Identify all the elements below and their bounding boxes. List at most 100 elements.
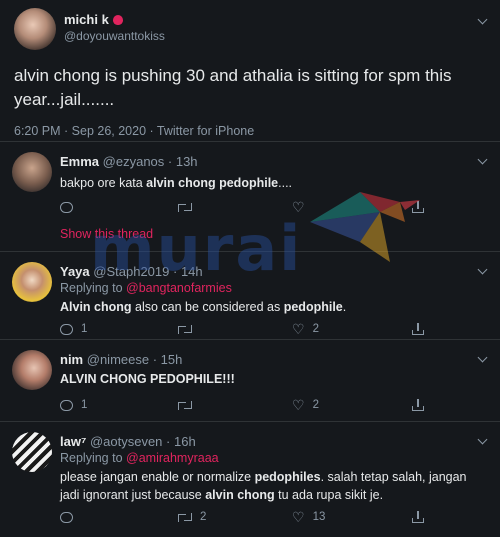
retweet-button[interactable] bbox=[178, 198, 192, 216]
reply-time[interactable]: · 15h bbox=[153, 352, 183, 367]
retweet-icon bbox=[178, 202, 192, 212]
comment-icon bbox=[60, 511, 73, 523]
like-button[interactable]: ♡ 13 bbox=[292, 508, 325, 526]
reply-text-tail: !!! bbox=[222, 372, 235, 386]
show-thread-link[interactable]: Show this thread bbox=[60, 227, 153, 241]
reply-text-bold: alvin chong pedophile bbox=[146, 176, 279, 190]
reply-tweet[interactable]: Emma @ezyanos · 13h bakpo ore kata alvin… bbox=[0, 142, 500, 252]
reply-text-bold: pedophile bbox=[283, 300, 343, 314]
reply-text-tail: .... bbox=[278, 176, 293, 190]
retweet-button[interactable] bbox=[178, 320, 192, 338]
reply-text: please jangan enable or normalize pedoph… bbox=[60, 468, 480, 504]
reply-actions: 2 ♡ 13 bbox=[60, 508, 440, 526]
reply-header: nim @nimeese · 15h bbox=[60, 352, 182, 367]
comment-icon bbox=[60, 201, 73, 213]
share-button[interactable] bbox=[412, 198, 424, 216]
retweet-icon bbox=[178, 400, 192, 410]
like-count: 2 bbox=[312, 399, 319, 411]
avatar[interactable] bbox=[12, 350, 52, 390]
retweet-icon bbox=[178, 512, 192, 522]
reply-author-name[interactable]: nim bbox=[60, 352, 83, 367]
main-tweet: michi k @doyouwanttokiss alvin chong is … bbox=[0, 0, 500, 142]
chevron-down-icon[interactable] bbox=[477, 264, 488, 275]
reply-author-name[interactable]: Emma bbox=[60, 154, 99, 169]
retweet-icon bbox=[178, 324, 192, 334]
reply-text-tail: . bbox=[342, 300, 347, 314]
reply-button[interactable] bbox=[60, 198, 73, 216]
reply-actions: ♡ bbox=[60, 198, 440, 216]
reply-author-name[interactable]: Yaya bbox=[60, 264, 90, 279]
avatar[interactable] bbox=[12, 432, 52, 472]
reply-author-handle[interactable]: @nimeese bbox=[87, 352, 149, 367]
reply-actions: 1 ♡ 2 bbox=[60, 396, 440, 414]
reply-text-plain: tu ada rupa sikit je. bbox=[274, 488, 384, 502]
reply-text-plain: bakpo ore kata bbox=[60, 176, 147, 190]
share-button[interactable] bbox=[412, 396, 424, 414]
reply-tweet[interactable]: Yaya @Staph2019 · 14h Replying to @bangt… bbox=[0, 252, 500, 340]
retweet-button[interactable] bbox=[178, 396, 192, 414]
like-count: 13 bbox=[312, 511, 326, 523]
chevron-down-icon[interactable] bbox=[477, 14, 488, 25]
reply-header: Emma @ezyanos · 13h bbox=[60, 154, 198, 169]
share-icon bbox=[412, 323, 424, 335]
reply-header: law⁷ @aotyseven · 16h bbox=[60, 434, 196, 449]
reply-text-plain: . salah tetap salah, jangan bbox=[320, 470, 467, 484]
replying-to-link[interactable]: @amirahmyraaa bbox=[126, 451, 219, 465]
share-icon bbox=[412, 399, 424, 411]
reply-count: 1 bbox=[81, 399, 88, 411]
replying-to-prefix: Replying to bbox=[60, 281, 127, 295]
replying-to: Replying to @amirahmyraaa bbox=[60, 451, 219, 465]
reply-author-handle[interactable]: @Staph2019 bbox=[93, 264, 169, 279]
reply-author-name[interactable]: law⁷ bbox=[60, 434, 86, 449]
reply-button[interactable]: 1 bbox=[60, 320, 87, 338]
reply-text: ALVIN CHONG PEDOPHILE!!! bbox=[60, 370, 480, 388]
reply-text-bold: Alvin chong bbox=[60, 300, 132, 314]
heart-icon: ♡ bbox=[292, 397, 305, 413]
share-button[interactable] bbox=[412, 508, 424, 526]
reply-text-plain: please jangan enable or normalize bbox=[60, 470, 255, 484]
avatar[interactable] bbox=[12, 262, 52, 302]
heart-icon: ♡ bbox=[292, 509, 305, 525]
reply-text: Alvin chong also can be considered as pe… bbox=[60, 298, 480, 316]
like-button[interactable]: ♡ 2 bbox=[292, 396, 319, 414]
share-icon bbox=[412, 201, 424, 213]
replying-to-link[interactable]: @bangtanofarmies bbox=[126, 281, 232, 295]
author-name[interactable]: michi k bbox=[64, 12, 123, 27]
tweet-text: alvin chong is pushing 30 and athalia is… bbox=[14, 66, 452, 109]
like-count: 2 bbox=[312, 323, 319, 335]
avatar[interactable] bbox=[14, 8, 56, 50]
retweet-button[interactable]: 2 bbox=[178, 508, 206, 526]
apple-emoji-icon bbox=[112, 15, 123, 25]
reply-time[interactable]: · 16h bbox=[166, 434, 196, 449]
reply-button[interactable] bbox=[60, 508, 73, 526]
share-button[interactable] bbox=[412, 320, 424, 338]
reply-time[interactable]: · 14h bbox=[173, 264, 203, 279]
tweet-timestamp[interactable]: 6:20 PM · Sep 26, 2020 · Twitter for iPh… bbox=[14, 124, 254, 138]
author-handle[interactable]: @doyouwanttokiss bbox=[64, 29, 165, 43]
like-button[interactable]: ♡ bbox=[292, 198, 305, 216]
reply-tweet[interactable]: law⁷ @aotyseven · 16h Replying to @amira… bbox=[0, 422, 500, 537]
reply-author-handle[interactable]: @aotyseven bbox=[90, 434, 162, 449]
reply-text-bold: pedophiles bbox=[254, 470, 321, 484]
reply-time[interactable]: · 13h bbox=[168, 154, 198, 169]
chevron-down-icon[interactable] bbox=[477, 154, 488, 165]
reply-text-bold: alvin chong bbox=[205, 488, 275, 502]
heart-icon: ♡ bbox=[292, 321, 305, 337]
replying-to-prefix: Replying to bbox=[60, 451, 127, 465]
comment-icon bbox=[60, 399, 73, 411]
reply-text: bakpo ore kata alvin chong pedophile.... bbox=[60, 174, 480, 192]
reply-count: 1 bbox=[81, 323, 88, 335]
replying-to: Replying to @bangtanofarmies bbox=[60, 281, 232, 295]
reply-author-handle[interactable]: @ezyanos bbox=[103, 154, 165, 169]
chevron-down-icon[interactable] bbox=[477, 352, 488, 363]
chevron-down-icon[interactable] bbox=[477, 434, 488, 445]
like-button[interactable]: ♡ 2 bbox=[292, 320, 319, 338]
retweet-count: 2 bbox=[200, 511, 207, 523]
reply-tweet[interactable]: nim @nimeese · 15h ALVIN CHONG PEDOPHILE… bbox=[0, 340, 500, 422]
reply-button[interactable]: 1 bbox=[60, 396, 87, 414]
reply-header: Yaya @Staph2019 · 14h bbox=[60, 264, 203, 279]
share-icon bbox=[412, 511, 424, 523]
reply-actions: 1 ♡ 2 bbox=[60, 320, 440, 338]
heart-icon: ♡ bbox=[292, 199, 305, 215]
avatar[interactable] bbox=[12, 152, 52, 192]
